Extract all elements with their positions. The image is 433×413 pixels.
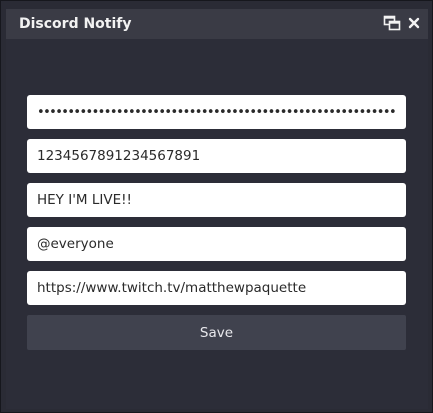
window-title: Discord Notify [19,16,132,32]
save-button[interactable]: Save [27,315,406,350]
title-bar[interactable]: Discord Notify [6,9,428,39]
channel-id-field[interactable] [27,139,406,173]
webhook-token-field[interactable] [27,95,406,129]
discord-notify-window: Discord Notify Save [0,0,433,413]
close-icon[interactable] [405,14,423,32]
message-field[interactable] [27,183,406,217]
form-panel: Save [6,39,428,409]
stream-url-field[interactable] [27,271,406,305]
mention-field[interactable] [27,227,406,261]
popout-window-icon[interactable] [383,14,401,32]
